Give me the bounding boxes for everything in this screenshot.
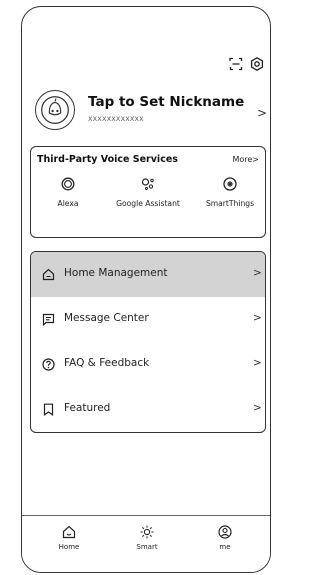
gear-icon[interactable] <box>250 57 264 71</box>
chevron-right-icon: > <box>253 402 262 414</box>
tab-label: Smart <box>136 543 158 551</box>
more-link[interactable]: More> <box>232 155 259 164</box>
home-icon <box>42 268 55 281</box>
voice-services-title: Third-Party Voice Services <box>37 154 178 165</box>
menu-item-label: Featured <box>64 402 111 414</box>
menu-item-label: FAQ & Feedback <box>64 357 150 369</box>
tab-label: me <box>219 543 231 551</box>
chevron-right-icon: > <box>253 312 262 324</box>
service-alexa[interactable]: Alexa <box>28 177 108 208</box>
bottom-tab-bar: Home Smart me <box>22 515 270 572</box>
home-icon <box>62 525 76 539</box>
google-assistant-icon <box>141 178 154 190</box>
tab-smart[interactable]: Smart <box>112 525 182 551</box>
chevron-right-icon[interactable]: > <box>257 106 267 120</box>
question-icon <box>42 358 55 371</box>
alexa-icon <box>61 177 75 191</box>
chevron-right-icon: > <box>253 267 262 279</box>
menu-item-featured[interactable]: Featured > <box>31 387 265 432</box>
bookmark-icon <box>43 403 54 416</box>
chevron-right-icon: > <box>252 155 259 164</box>
scan-icon[interactable] <box>229 57 243 71</box>
profile-row[interactable]: Tap to Set Nickname XXXXXXXXXXXX > <box>22 90 270 135</box>
sun-icon <box>140 525 154 539</box>
service-google-assistant[interactable]: Google Assistant <box>108 177 188 208</box>
avatar[interactable] <box>35 90 75 130</box>
service-label: Alexa <box>57 199 79 208</box>
phone-frame: Tap to Set Nickname XXXXXXXXXXXX > Third… <box>21 6 271 573</box>
tab-label: Home <box>58 543 80 551</box>
profile-icon <box>218 525 232 539</box>
tab-home[interactable]: Home <box>34 525 104 551</box>
nickname-label[interactable]: Tap to Set Nickname <box>88 94 244 110</box>
menu-card: Home Management > Message Center > FAQ &… <box>30 251 266 433</box>
menu-item-label: Home Management <box>64 267 168 279</box>
menu-item-home-management[interactable]: Home Management > <box>31 252 265 297</box>
service-label: Google Assistant <box>116 199 180 208</box>
menu-item-faq-feedback[interactable]: FAQ & Feedback > <box>31 342 265 387</box>
chevron-right-icon: > <box>253 357 262 369</box>
smartthings-icon <box>223 177 237 191</box>
service-label: SmartThings <box>205 199 255 208</box>
voice-services-card: Third-Party Voice Services More> Alexa G… <box>30 146 266 238</box>
message-icon <box>42 313 55 326</box>
tab-me[interactable]: me <box>190 525 260 551</box>
menu-item-label: Message Center <box>64 312 149 324</box>
menu-item-message-center[interactable]: Message Center > <box>31 297 265 342</box>
service-smartthings[interactable]: SmartThings <box>190 177 270 208</box>
account-id: XXXXXXXXXXXX <box>88 115 144 123</box>
